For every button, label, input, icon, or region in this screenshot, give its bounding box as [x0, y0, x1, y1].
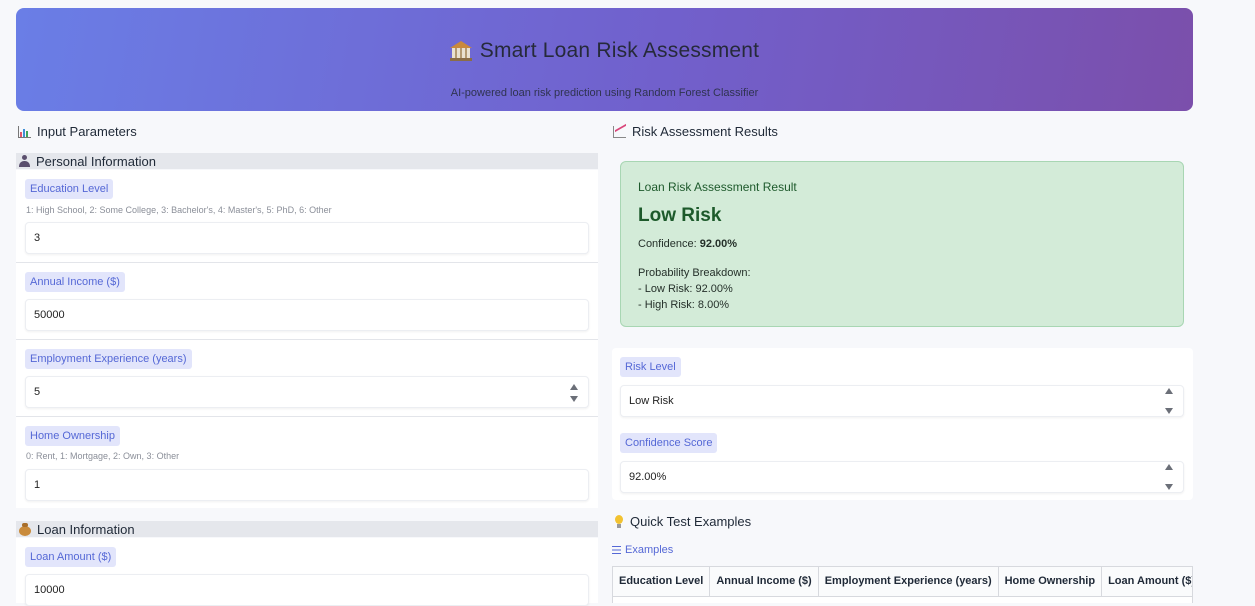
list-icon	[612, 546, 621, 554]
result-heading: Loan Risk Assessment Result	[638, 180, 797, 194]
home-ownership-input[interactable]: 1	[25, 469, 589, 501]
personal-information-label: Personal Information	[36, 153, 156, 169]
loan-amount-panel: Loan Amount ($) 10000	[16, 538, 598, 606]
app-title-text: Smart Loan Risk Assessment	[479, 39, 760, 62]
column-header[interactable]: Loan Amount ($)	[1101, 567, 1192, 597]
bank-icon	[449, 41, 472, 61]
output-fields-panel: Risk Level Low Risk Confidence Score 92.…	[612, 348, 1193, 500]
employment-experience-panel: Employment Experience (years) 5	[16, 340, 598, 417]
app-subtitle: AI-powered loan risk prediction using Ra…	[450, 87, 759, 99]
employment-experience-value: 5	[34, 386, 41, 398]
risk-level-value: Low Risk	[629, 395, 674, 407]
scroll-arrows-icon[interactable]	[1164, 388, 1174, 414]
confidence-score-output[interactable]: 92.00%	[620, 461, 1184, 493]
education-level-panel: Education Level 1: High School, 2: Some …	[16, 170, 598, 263]
examples-link-label: Examples	[625, 544, 674, 556]
light-bulb-icon	[614, 515, 624, 528]
input-parameters-heading: Input Parameters	[18, 124, 137, 139]
confidence-score-label: Confidence Score	[620, 433, 718, 453]
annual-income-panel: Annual Income ($) 50000	[16, 263, 598, 340]
number-stepper-icon[interactable]	[569, 384, 579, 402]
column-header[interactable]: Annual Income ($)	[709, 567, 819, 597]
loan-information-group[interactable]: Loan Information	[16, 521, 598, 537]
breakdown-low-risk: - Low Risk: 92.00%	[638, 283, 733, 295]
header-banner: Smart Loan Risk Assessment AI-powered lo…	[16, 8, 1193, 111]
result-confidence-value: 92.00%	[699, 238, 738, 250]
loan-information-label: Loan Information	[37, 521, 135, 537]
breakdown-title: Probability Breakdown:	[638, 267, 751, 279]
employment-experience-input[interactable]: 5	[25, 376, 589, 408]
confidence-score-value: 92.00%	[629, 471, 667, 483]
column-header[interactable]: Home Ownership	[998, 567, 1103, 597]
risk-results-heading: Risk Assessment Results	[613, 124, 778, 139]
column-header[interactable]: Employment Experience (years)	[818, 567, 999, 597]
result-risk-level: Low Risk	[638, 205, 722, 226]
home-ownership-info: 0: Rent, 1: Mortgage, 2: Own, 3: Other	[26, 451, 180, 461]
home-ownership-panel: Home Ownership 0: Rent, 1: Mortgage, 2: …	[16, 417, 598, 508]
risk-level-label: Risk Level	[620, 357, 681, 377]
education-level-info: 1: High School, 2: Some College, 3: Bach…	[26, 205, 332, 215]
examples-toggle[interactable]: Examples	[612, 544, 673, 556]
risk-result-card: Loan Risk Assessment Result Low Risk Con…	[620, 161, 1184, 327]
annual-income-label: Annual Income ($)	[25, 272, 125, 292]
bar-chart-icon	[18, 125, 31, 138]
trend-chart-icon	[613, 125, 626, 138]
loan-amount-input[interactable]: 10000	[25, 574, 589, 606]
annual-income-input[interactable]: 50000	[25, 299, 589, 331]
money-bag-icon	[19, 522, 31, 536]
examples-header-row: Education Level Annual Income ($) Employ…	[613, 567, 1192, 597]
person-icon	[19, 155, 30, 167]
result-confidence-label: Confidence:	[638, 238, 700, 250]
home-ownership-label: Home Ownership	[25, 426, 120, 446]
examples-table: Education Level Annual Income ($) Employ…	[612, 566, 1193, 603]
breakdown-high-risk: - High Risk: 8.00%	[638, 299, 730, 311]
result-confidence: Confidence: 92.00%	[638, 238, 737, 250]
app-title: Smart Loan Risk Assessment	[16, 39, 1193, 63]
risk-results-label: Risk Assessment Results	[632, 124, 778, 139]
education-level-input[interactable]: 3	[25, 222, 589, 254]
quick-test-examples-label: Quick Test Examples	[630, 514, 752, 529]
education-level-label: Education Level	[25, 179, 114, 199]
column-header[interactable]: Education Level	[613, 567, 711, 597]
scroll-arrows-icon[interactable]	[1164, 464, 1174, 490]
loan-amount-label: Loan Amount ($)	[25, 547, 117, 567]
employment-experience-label: Employment Experience (years)	[25, 349, 192, 369]
quick-test-examples-heading: Quick Test Examples	[614, 514, 751, 529]
probability-breakdown: Probability Breakdown: - Low Risk: 92.00…	[638, 265, 751, 313]
risk-level-output[interactable]: Low Risk	[620, 385, 1184, 417]
personal-information-group[interactable]: Personal Information	[16, 153, 598, 169]
input-parameters-label: Input Parameters	[37, 124, 137, 139]
